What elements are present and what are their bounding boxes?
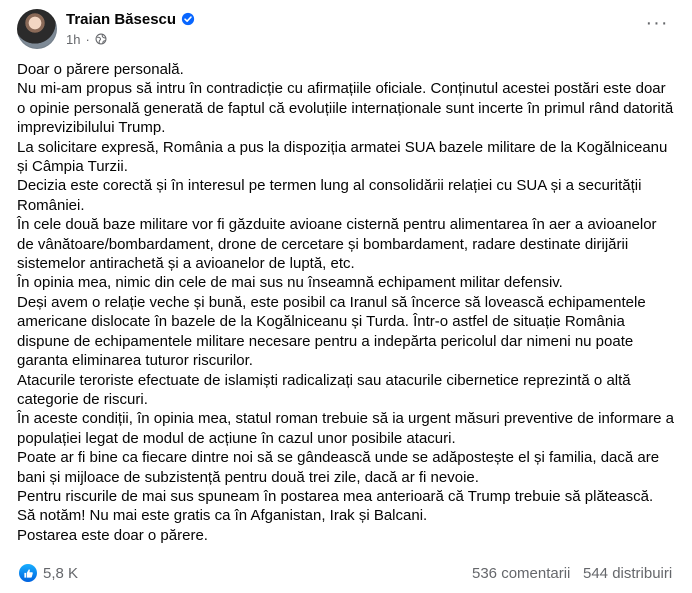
post-paragraph: Nu mi-am propus să intru în contradicție… — [17, 80, 674, 137]
more-options-button[interactable]: ··· — [642, 12, 672, 42]
author-name[interactable]: Traian Băsescu — [66, 11, 176, 28]
post-body: Doar o părere personală. Nu mi-am propus… — [17, 60, 677, 545]
post-paragraph: La solicitare expresă, România a pus la … — [17, 138, 668, 176]
post-paragraph: Să notăm! Nu mai este gratis ca în Afgan… — [17, 507, 428, 525]
post-meta: 1h · — [66, 30, 107, 48]
post-paragraph: Postarea este doar o părere. — [17, 526, 208, 544]
shares-count[interactable]: 544 distribuiri — [583, 565, 672, 582]
post-paragraph: În opinia mea, nimic din cele de mai sus… — [17, 274, 563, 292]
post-paragraph: Deși avem o relație veche și bună, este … — [17, 293, 646, 370]
more-options-icon: ··· — [645, 12, 669, 34]
author-row: Traian Băsescu — [66, 9, 195, 29]
post-paragraph: Decizia este corectă și în interesul pe … — [17, 177, 642, 214]
facebook-post: Traian Băsescu 1h · ··· Doar o părere pe… — [0, 0, 692, 593]
post-header: Traian Băsescu 1h · ··· — [0, 0, 692, 54]
post-paragraph: Poate ar fi bine ca fiecare dintre noi s… — [17, 449, 660, 486]
post-paragraph: Pentru riscurile de mai sus spuneam în p… — [17, 487, 654, 505]
comments-count[interactable]: 536 comentarii — [472, 565, 570, 582]
post-paragraph: În cele două baze militare vor fi găzdui… — [17, 216, 657, 273]
globe-icon[interactable] — [95, 33, 107, 45]
meta-separator: · — [85, 31, 90, 47]
post-paragraph: În aceste condiții, în opinia mea, statu… — [17, 410, 675, 447]
reaction-count[interactable]: 5,8 K — [43, 565, 78, 582]
post-paragraph: Atacurile teroriste efectuate de islamiș… — [17, 371, 631, 408]
verified-badge-icon — [181, 12, 195, 26]
post-timestamp[interactable]: 1h — [66, 32, 80, 47]
like-icon[interactable] — [19, 564, 37, 582]
author-avatar[interactable] — [17, 9, 57, 49]
post-paragraph: Doar o părere personală. — [17, 61, 184, 78]
thumbs-up-icon — [23, 568, 33, 578]
post-footer: 5,8 K 536 comentarii 544 distribuiri — [0, 560, 692, 590]
